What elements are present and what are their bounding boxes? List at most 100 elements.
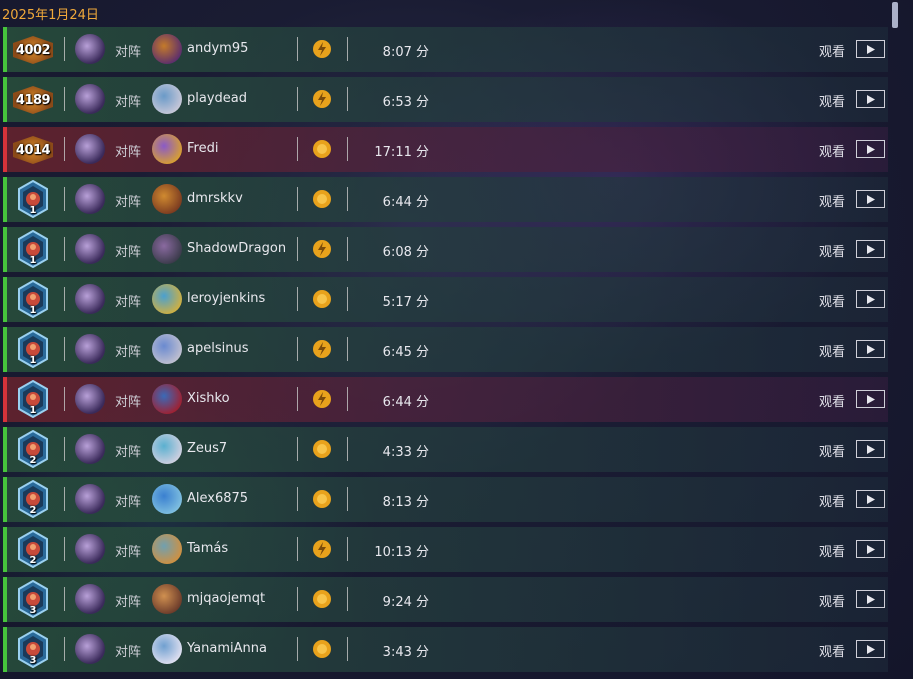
match-duration: 6:53 分 <box>382 95 429 110</box>
opponent-hero-avatar <box>152 284 182 314</box>
watch-label[interactable]: 观看 <box>819 91 845 110</box>
vs-label: 对阵 <box>115 245 142 260</box>
play-replay-button[interactable] <box>856 440 885 458</box>
opponent-name: andym95 <box>187 41 249 56</box>
play-icon <box>866 594 875 604</box>
match-duration: 6:44 分 <box>382 195 429 210</box>
watch-label[interactable]: 观看 <box>819 391 845 410</box>
match-duration: 17:11 分 <box>374 145 429 160</box>
separator <box>297 337 298 361</box>
opponent-hero-avatar <box>152 134 182 164</box>
player-hero-avatar <box>75 134 105 164</box>
watch-label[interactable]: 观看 <box>819 341 845 360</box>
separator <box>297 537 298 561</box>
match-row: 4014 对阵 Fredi 17:11 分 观看 <box>3 127 888 172</box>
player-hero-avatar <box>75 334 105 364</box>
play-replay-button[interactable] <box>856 640 885 658</box>
play-icon <box>866 194 875 204</box>
play-icon <box>866 294 875 304</box>
coin-no-icon <box>313 240 331 258</box>
play-icon <box>866 494 875 504</box>
opponent-hero-avatar <box>152 84 182 114</box>
separator <box>297 437 298 461</box>
match-row: 3 对阵 mjqaojemqt 9:24 分 观看 <box>3 577 888 622</box>
scrollbar-thumb[interactable] <box>892 2 898 28</box>
match-row: 1 对阵 leroyjenkins 5:17 分 观看 <box>3 277 888 322</box>
watch-label[interactable]: 观看 <box>819 241 845 260</box>
vs-label: 对阵 <box>115 445 142 460</box>
opponent-hero-avatar <box>152 334 182 364</box>
coin-icon <box>313 490 331 508</box>
play-replay-button[interactable] <box>856 190 885 208</box>
opponent-hero-avatar <box>152 584 182 614</box>
play-replay-button[interactable] <box>856 390 885 408</box>
player-hero-avatar <box>75 384 105 414</box>
play-replay-button[interactable] <box>856 90 885 108</box>
match-row: 4189 对阵 playdead 6:53 分 观看 <box>3 77 888 122</box>
separator <box>297 287 298 311</box>
watch-label[interactable]: 观看 <box>819 141 845 160</box>
watch-label[interactable]: 观看 <box>819 541 845 560</box>
match-row: 1 对阵 dmrskkv 6:44 分 观看 <box>3 177 888 222</box>
player-hero-avatar <box>75 84 105 114</box>
legend-rank-icon: 4189 <box>13 86 53 114</box>
watch-label[interactable]: 观看 <box>819 591 845 610</box>
vs-label: 对阵 <box>115 145 142 160</box>
match-duration: 6:45 分 <box>382 345 429 360</box>
vs-label: 对阵 <box>115 545 142 560</box>
play-replay-button[interactable] <box>856 140 885 158</box>
legend-rank-icon: 4014 <box>13 136 53 164</box>
match-duration: 10:13 分 <box>374 545 429 560</box>
player-hero-avatar <box>75 584 105 614</box>
coin-icon <box>313 140 331 158</box>
play-icon <box>866 544 875 554</box>
play-icon <box>866 344 875 354</box>
player-hero-avatar <box>75 484 105 514</box>
play-replay-button[interactable] <box>856 40 885 58</box>
match-row: 2 对阵 Tamás 10:13 分 观看 <box>3 527 888 572</box>
separator <box>297 87 298 111</box>
coin-no-icon <box>313 390 331 408</box>
date-header: 2025年1月24日 <box>2 8 99 23</box>
match-duration: 4:33 分 <box>382 445 429 460</box>
watch-label[interactable]: 观看 <box>819 191 845 210</box>
separator <box>64 337 65 361</box>
match-row: 4002 对阵 andym95 8:07 分 观看 <box>3 27 888 72</box>
opponent-name: apelsinus <box>187 341 249 356</box>
play-replay-button[interactable] <box>856 240 885 258</box>
opponent-hero-avatar <box>152 484 182 514</box>
watch-label[interactable]: 观看 <box>819 291 845 310</box>
player-hero-avatar <box>75 34 105 64</box>
watch-label[interactable]: 观看 <box>819 41 845 60</box>
opponent-name: Zeus7 <box>187 441 228 456</box>
opponent-name: Tamás <box>187 541 229 556</box>
opponent-name: Alex6875 <box>187 491 249 506</box>
play-replay-button[interactable] <box>856 340 885 358</box>
match-duration: 5:17 分 <box>382 295 429 310</box>
play-replay-button[interactable] <box>856 290 885 308</box>
player-hero-avatar <box>75 234 105 264</box>
play-replay-button[interactable] <box>856 490 885 508</box>
play-replay-button[interactable] <box>856 540 885 558</box>
legend-rank-value: 4014 <box>15 142 51 158</box>
play-icon <box>866 444 875 454</box>
match-row: 2 对阵 Zeus7 4:33 分 观看 <box>3 427 888 472</box>
separator <box>297 587 298 611</box>
coin-no-icon <box>313 40 331 58</box>
diamond-rank-value: 3 <box>29 605 37 616</box>
separator <box>297 637 298 661</box>
watch-label[interactable]: 观看 <box>819 641 845 660</box>
coin-no-icon <box>313 340 331 358</box>
vs-label: 对阵 <box>115 595 142 610</box>
opponent-hero-avatar <box>152 184 182 214</box>
diamond-rank-value: 1 <box>29 255 37 266</box>
opponent-name: YanamiAnna <box>187 641 267 656</box>
play-replay-button[interactable] <box>856 590 885 608</box>
player-hero-avatar <box>75 184 105 214</box>
play-icon <box>866 244 875 254</box>
player-hero-avatar <box>75 534 105 564</box>
coin-no-icon <box>313 540 331 558</box>
watch-label[interactable]: 观看 <box>819 441 845 460</box>
coin-icon <box>313 290 331 308</box>
watch-label[interactable]: 观看 <box>819 491 845 510</box>
